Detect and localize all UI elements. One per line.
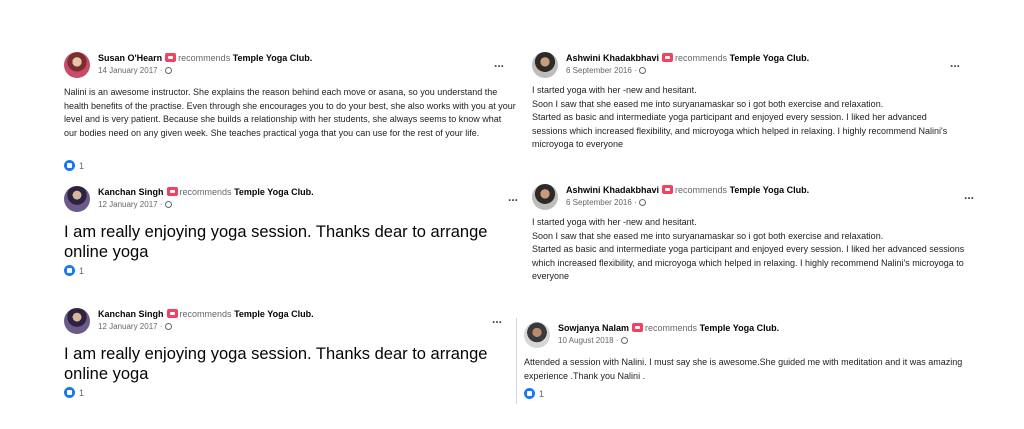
recommends-label: recommends — [178, 53, 231, 63]
like-icon — [64, 387, 75, 398]
globe-icon — [638, 67, 646, 74]
recommends-label: recommends — [675, 53, 728, 63]
post-text-line: Soon I saw that she eased me into suryan… — [532, 98, 884, 109]
avatar[interactable] — [532, 52, 558, 78]
review-post-sowjanya: Sowjanya Nalam recommends Temple Yoga Clu… — [524, 322, 984, 406]
author-name[interactable]: Susan O'Hearn — [98, 53, 162, 63]
post-text: I am really enjoying yoga session. Thank… — [64, 345, 488, 383]
review-post-ashwini-2: Ashwini Khadakbhavi recommends Temple Yog… — [532, 184, 982, 292]
post-text: I am really enjoying yoga session. Thank… — [64, 223, 488, 261]
post-date[interactable]: 12 January 2017 — [98, 200, 158, 209]
recommend-icon — [662, 53, 674, 62]
post-header: Sowjanya Nalam recommends Temple Yoga Clu… — [524, 322, 984, 354]
more-options-button[interactable]: ... — [508, 190, 518, 204]
post-text-line: Started as basic and intermediate yoga p… — [532, 244, 965, 281]
review-post-susan: Susan O'Hearn recommends Temple Yoga Club… — [64, 52, 524, 174]
more-options-button[interactable]: ... — [492, 312, 502, 326]
post-meta: Kanchan Singh recommends Temple Yoga Club… — [98, 308, 314, 332]
more-options-button[interactable]: ... — [950, 56, 960, 70]
reactions[interactable]: 1 — [524, 388, 544, 399]
author-name[interactable]: Kanchan Singh — [98, 309, 164, 319]
post-meta: Sowjanya Nalam recommends Temple Yoga Clu… — [558, 322, 779, 346]
date-separator: · — [159, 322, 163, 331]
reactions[interactable]: 1 — [64, 265, 84, 276]
globe-icon — [638, 199, 646, 206]
post-text-line: I started yoga with her -new and hesitan… — [532, 217, 697, 227]
post-text: I started yoga with her -new and hesitan… — [532, 84, 962, 152]
date-separator: · — [634, 198, 637, 207]
reactions[interactable]: 1 — [64, 387, 84, 398]
page-link[interactable]: Temple Yoga Club. — [730, 53, 810, 63]
divider — [516, 318, 517, 404]
post-text-line: I started yoga with her -new and hesitan… — [532, 85, 697, 95]
recommend-icon — [166, 309, 178, 318]
post-text: I started yoga with her -new and hesitan… — [532, 216, 972, 284]
date-separator: · — [159, 66, 163, 75]
author-name[interactable]: Sowjanya Nalam — [558, 323, 629, 333]
post-text-line: Started as basic and intermediate yoga p… — [532, 112, 948, 149]
author-name[interactable]: Ashwini Khadakbhavi — [566, 185, 659, 195]
post-header: Ashwini Khadakbhavi recommends Temple Yog… — [532, 52, 972, 84]
post-date[interactable]: 10 August 2018 — [558, 336, 614, 345]
post-meta: Susan O'Hearn recommends Temple Yoga Club… — [98, 52, 312, 76]
recommend-icon — [165, 53, 177, 62]
post-meta: Ashwini Khadakbhavi recommends Temple Yog… — [566, 184, 809, 208]
page-link[interactable]: Temple Yoga Club. — [700, 323, 780, 333]
date-separator: · — [615, 336, 619, 345]
post-date[interactable]: 6 September 2016 — [566, 66, 632, 75]
recommends-label: recommends — [645, 323, 698, 333]
globe-icon — [620, 337, 628, 344]
recommend-icon — [166, 187, 178, 196]
reaction-count: 1 — [79, 388, 85, 398]
author-name[interactable]: Ashwini Khadakbhavi — [566, 53, 659, 63]
post-meta: Ashwini Khadakbhavi recommends Temple Yog… — [566, 52, 809, 76]
globe-icon — [164, 323, 172, 330]
post-header: Kanchan Singh recommends Temple Yoga Club… — [64, 308, 514, 340]
page-link[interactable]: Temple Yoga Club. — [234, 187, 314, 197]
review-post-kanchan-2: Kanchan Singh recommends Temple Yoga Club… — [64, 308, 514, 403]
recommend-icon — [632, 323, 644, 332]
avatar[interactable] — [64, 186, 90, 212]
reaction-count: 1 — [79, 161, 85, 171]
post-date[interactable]: 6 September 2016 — [566, 198, 632, 207]
page-link[interactable]: Temple Yoga Club. — [234, 309, 314, 319]
like-icon — [524, 388, 535, 399]
post-text-line: Soon I saw that she eased me into suryan… — [532, 230, 884, 241]
recommends-label: recommends — [179, 309, 232, 319]
post-date[interactable]: 12 January 2017 — [98, 322, 158, 331]
post-header: Ashwini Khadakbhavi recommends Temple Yog… — [532, 184, 982, 216]
post-header: Susan O'Hearn recommends Temple Yoga Club… — [64, 52, 524, 84]
recommends-label: recommends — [179, 187, 232, 197]
more-options-button[interactable]: ... — [964, 188, 974, 202]
recommend-icon — [662, 185, 674, 194]
reaction-count: 1 — [79, 266, 85, 276]
like-icon — [64, 265, 75, 276]
reactions[interactable]: 1 — [64, 160, 84, 171]
post-text: Nalini is an awesome instructor. She exp… — [64, 87, 516, 138]
avatar[interactable] — [532, 184, 558, 210]
page-link[interactable]: Temple Yoga Club. — [233, 53, 313, 63]
reaction-count: 1 — [539, 389, 545, 399]
globe-icon — [164, 67, 172, 74]
review-post-kanchan-1: Kanchan Singh recommends Temple Yoga Club… — [64, 186, 524, 281]
page-link[interactable]: Temple Yoga Club. — [730, 185, 810, 195]
avatar[interactable] — [64, 52, 90, 78]
avatar[interactable] — [524, 322, 550, 348]
post-text: Attended a session with Nalini. I must s… — [524, 357, 963, 381]
like-icon — [64, 160, 75, 171]
date-separator: · — [159, 200, 163, 209]
avatar[interactable] — [64, 308, 90, 334]
globe-icon — [164, 201, 172, 208]
more-options-button[interactable]: ... — [494, 56, 504, 70]
post-header: Kanchan Singh recommends Temple Yoga Club… — [64, 186, 524, 218]
author-name[interactable]: Kanchan Singh — [98, 187, 164, 197]
post-meta: Kanchan Singh recommends Temple Yoga Club… — [98, 186, 314, 210]
recommends-label: recommends — [675, 185, 728, 195]
date-separator: · — [634, 66, 637, 75]
review-post-ashwini-1: Ashwini Khadakbhavi recommends Temple Yog… — [532, 52, 972, 152]
post-date[interactable]: 14 January 2017 — [98, 66, 158, 75]
